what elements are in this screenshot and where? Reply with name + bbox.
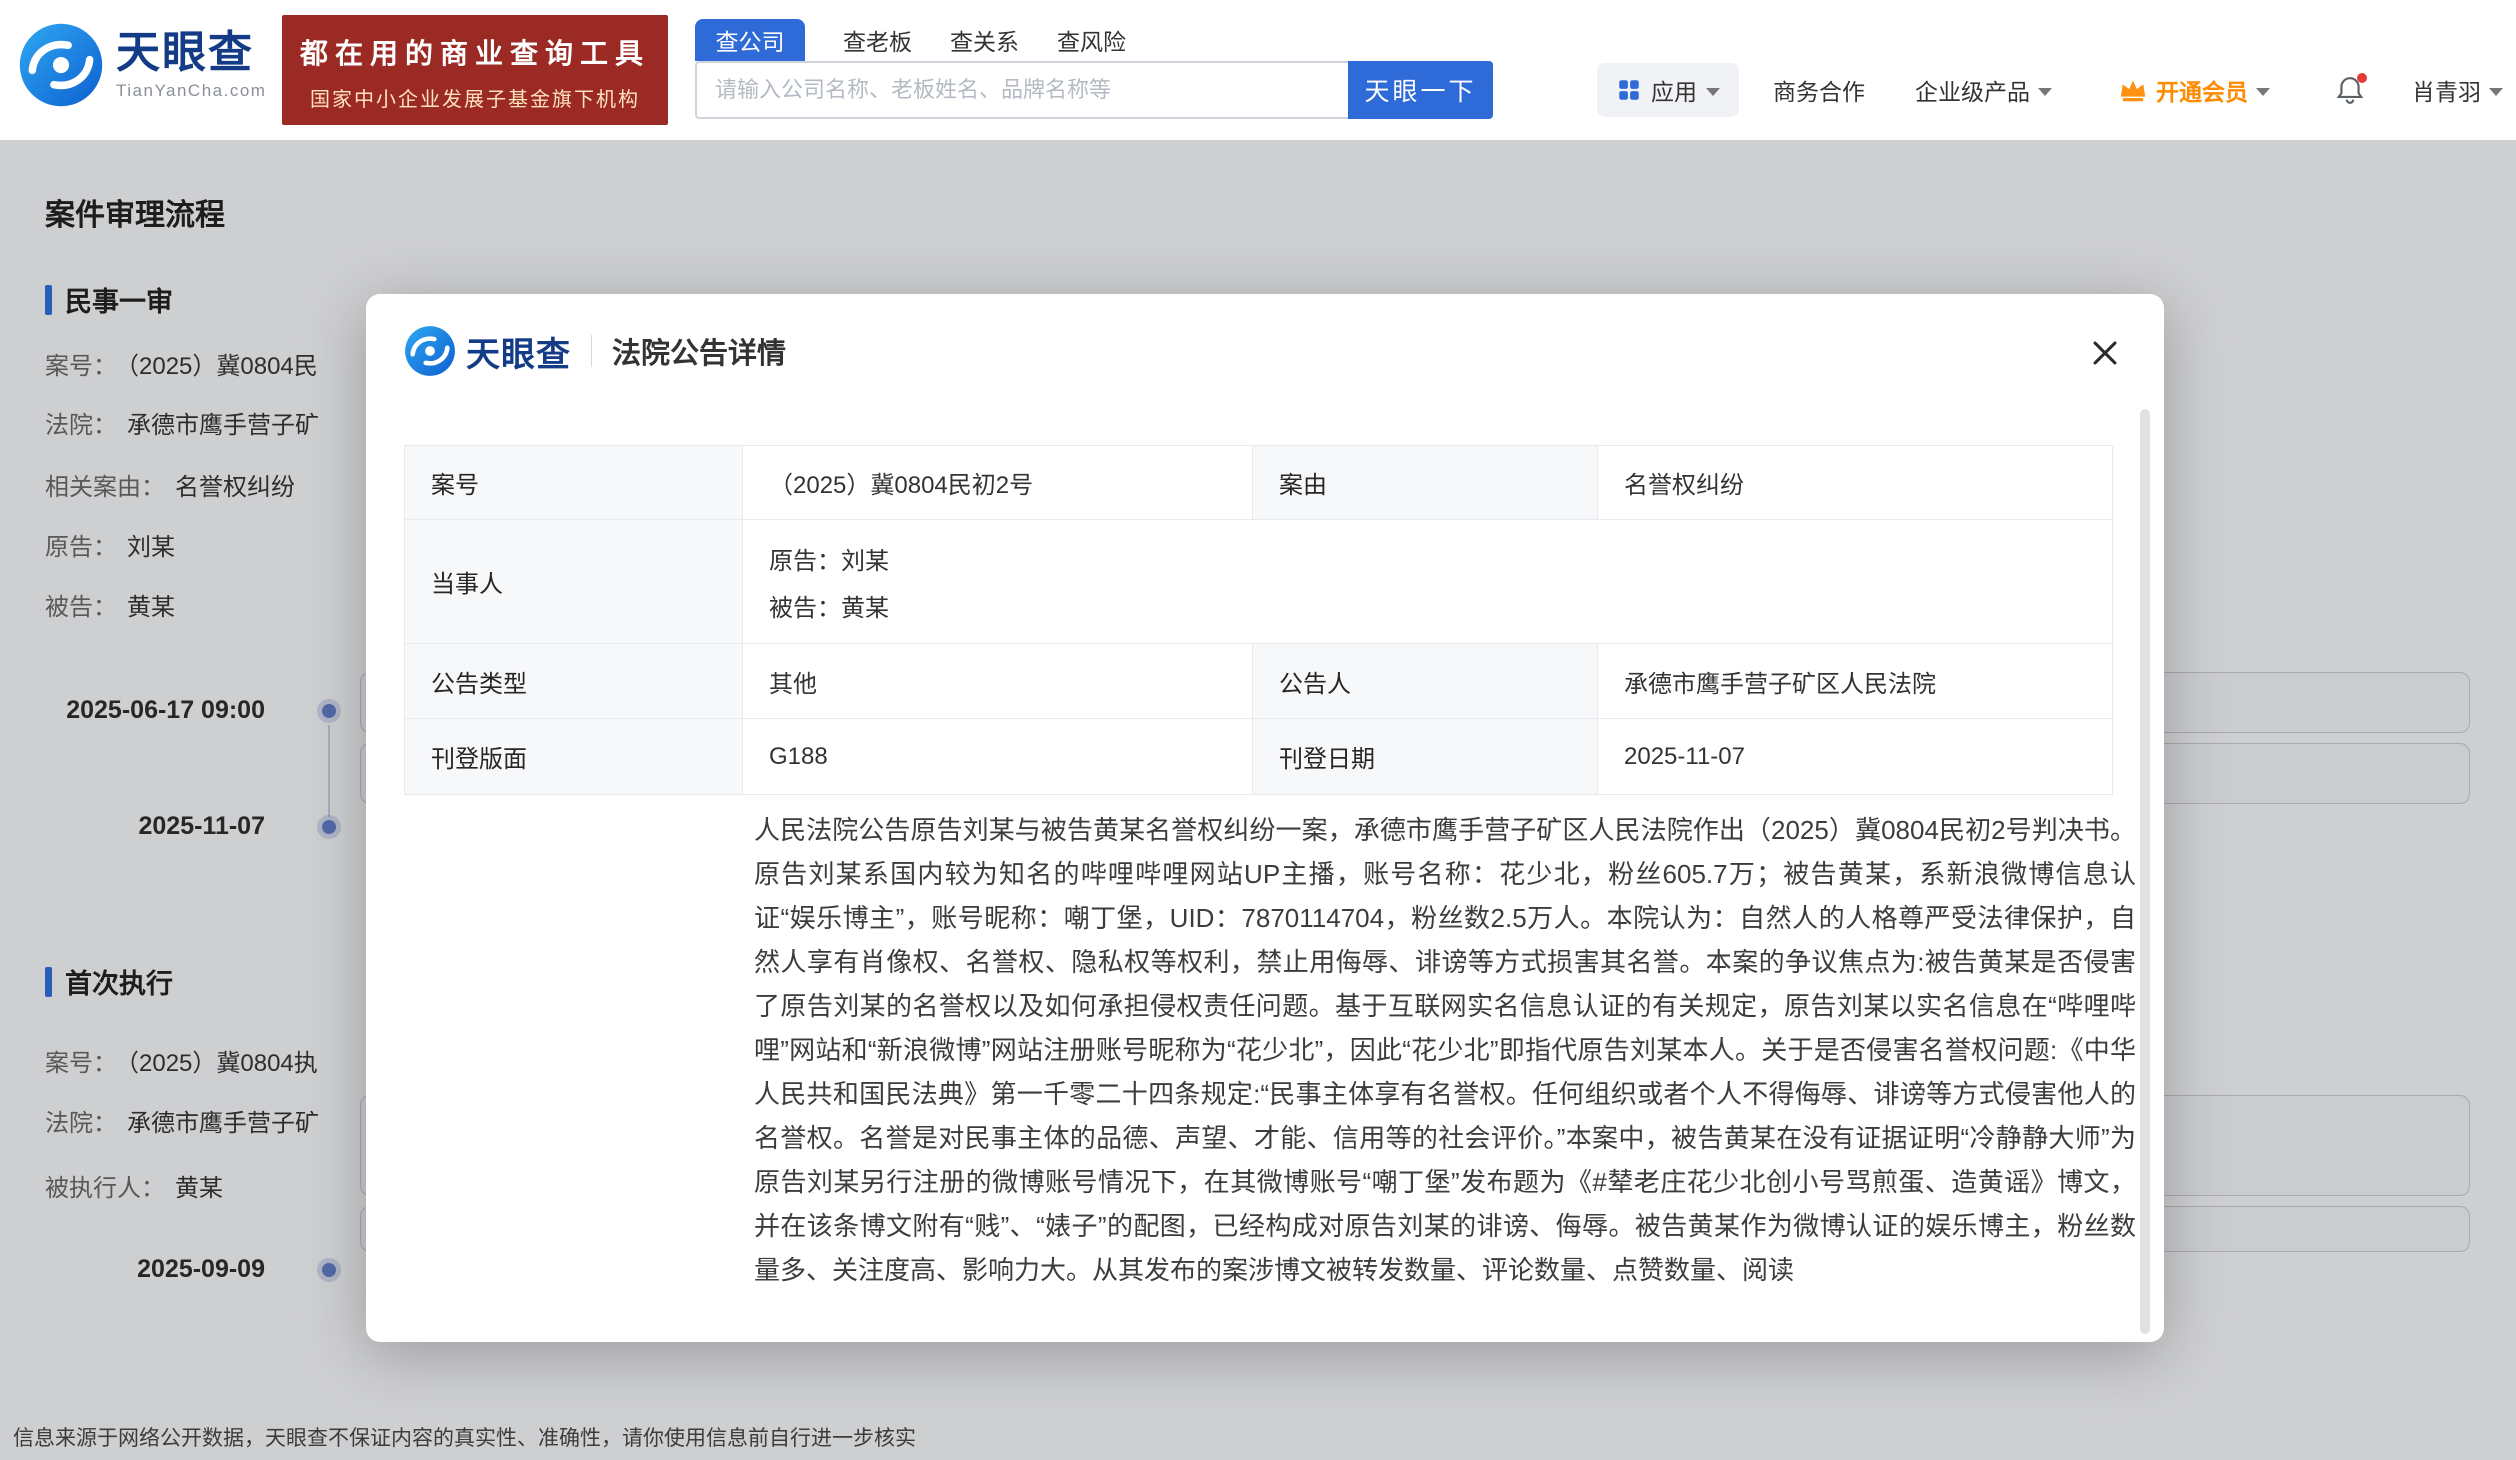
party-defendant: 被告：黄某 (769, 594, 889, 622)
chevron-down-icon (2038, 87, 2052, 96)
table-label-publication-date: 刊登日期 (1253, 719, 1598, 795)
table-label-case-number: 案号 (405, 446, 743, 520)
search-button[interactable]: 天眼一下 (1348, 61, 1493, 119)
close-icon (2093, 341, 2117, 365)
search-tabs: 查公司 查老板 查关系 查风险 (695, 19, 1126, 61)
crown-icon (2120, 80, 2146, 102)
enterprise-label: 企业级产品 (1915, 79, 2030, 105)
modal-header: 天眼查 法院公告详情 (404, 322, 786, 380)
announcement-table: 案号 （2025）冀0804民初2号 案由 名誉权纠纷 当事人 原告：刘某 被告… (404, 445, 2113, 795)
tianyancha-logo-icon (405, 326, 455, 376)
table-label-parties: 当事人 (405, 520, 743, 644)
tab-search-risk[interactable]: 查风险 (1057, 23, 1126, 57)
table-label-announcer: 公告人 (1253, 644, 1598, 719)
user-menu[interactable]: 肖青羽 (2412, 63, 2503, 117)
table-value-case-number: （2025）冀0804民初2号 (743, 446, 1253, 520)
promo-banner: 都在用的商业查询工具 国家中小企业发展子基金旗下机构 (282, 15, 668, 125)
tianyancha-logo-icon (19, 23, 103, 107)
table-value-publication-date: 2025-11-07 (1598, 719, 2113, 795)
table-value-cause: 名誉权纠纷 (1598, 446, 2113, 520)
modal-scrollbar-thumb[interactable] (2140, 409, 2150, 1334)
table-value-announcer: 承德市鹰手营子矿区人民法院 (1598, 644, 2113, 719)
brand-domain: TianYanCha.com (116, 81, 267, 101)
table-value-parties: 原告：刘某 被告：黄某 (743, 520, 2113, 644)
court-announcement-modal: 天眼查 法院公告详情 案号 （2025）冀0804民初2号 案由 名誉权纠纷 当… (366, 294, 2164, 1342)
apps-label: 应用 (1651, 79, 1697, 105)
table-label-publication-page: 刊登版面 (405, 719, 743, 795)
tianyancha-logo[interactable]: 天眼查 TianYanCha.com (18, 22, 266, 108)
chevron-down-icon (2256, 87, 2270, 96)
apps-menu[interactable]: 应用 (1597, 63, 1739, 117)
username: 肖青羽 (2412, 79, 2481, 105)
close-button[interactable] (2086, 334, 2124, 372)
table-label-announcement-type: 公告类型 (405, 644, 743, 719)
modal-title: 法院公告详情 (612, 338, 787, 370)
banner-line1: 都在用的商业查询工具 (299, 38, 650, 69)
table-label-cause: 案由 (1253, 446, 1598, 520)
tab-search-company[interactable]: 查公司 (695, 19, 805, 61)
business-label: 商务合作 (1773, 79, 1865, 105)
apps-grid-icon (1619, 80, 1639, 100)
top-nav: 天眼查 TianYanCha.com 都在用的商业查询工具 国家中小企业发展子基… (0, 0, 2516, 140)
brand-name: 天眼查 (116, 27, 254, 77)
notification-badge (2357, 73, 2367, 83)
notification-bell[interactable] (2335, 63, 2367, 117)
nav-business-cooperation[interactable]: 商务合作 (1773, 63, 1865, 117)
nav-open-vip[interactable]: 开通会员 (2118, 63, 2270, 117)
chevron-down-icon (2489, 87, 2503, 96)
brand-name: 天眼查 (466, 335, 571, 374)
header-divider (591, 335, 592, 367)
tab-search-boss[interactable]: 查老板 (843, 23, 912, 57)
party-plaintiff: 原告：刘某 (769, 547, 889, 575)
announcement-body-text: 人民法院公告原告刘某与被告黄某名誉权纠纷一案，承德市鹰手营子矿区人民法院作出（2… (754, 815, 2136, 1285)
nav-enterprise-products[interactable]: 企业级产品 (1915, 63, 2052, 117)
banner-line2: 国家中小企业发展子基金旗下机构 (310, 89, 640, 111)
chevron-down-icon (1706, 87, 1720, 96)
vip-label: 开通会员 (2156, 79, 2248, 105)
table-value-publication-page: G188 (743, 719, 1253, 795)
table-value-announcement-type: 其他 (743, 644, 1253, 719)
search-input[interactable] (695, 61, 1348, 119)
tab-search-relation[interactable]: 查关系 (950, 23, 1019, 57)
